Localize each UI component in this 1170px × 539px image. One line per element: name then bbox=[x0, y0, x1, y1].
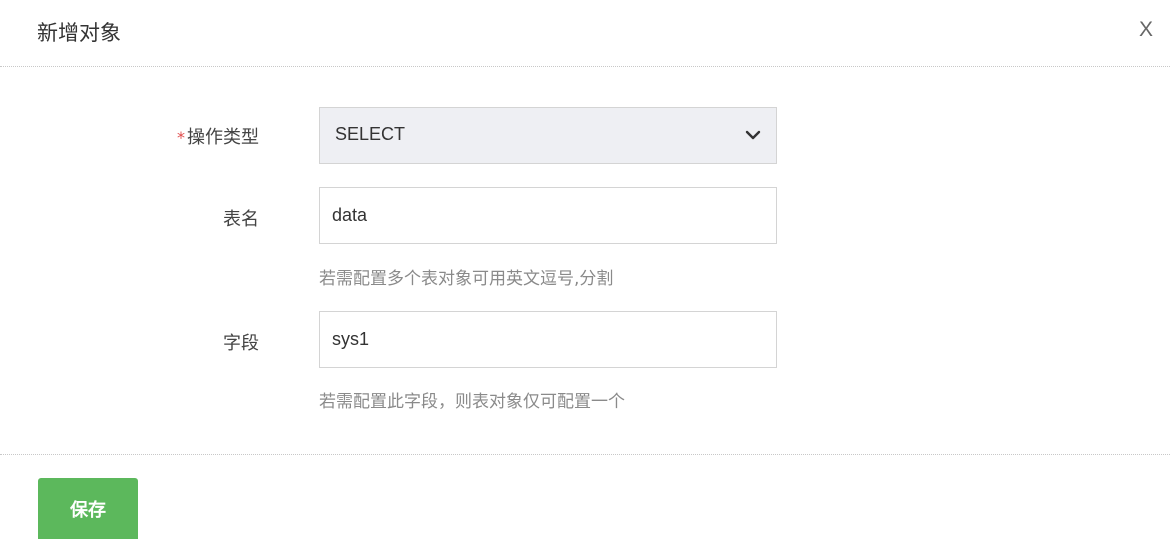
form-row-field: 字段 若需配置此字段，则表对象仅可配置一个 bbox=[0, 311, 1170, 421]
form-row-table-name: 表名 若需配置多个表对象可用英文逗号,分割 bbox=[0, 187, 1170, 297]
dialog-title: 新增对象 bbox=[37, 21, 121, 45]
operation-type-select[interactable]: SELECT bbox=[319, 107, 777, 164]
chevron-down-icon bbox=[745, 130, 761, 140]
table-name-input[interactable] bbox=[319, 187, 777, 244]
close-button[interactable]: X bbox=[1139, 18, 1153, 42]
table-name-hint: 若需配置多个表对象可用英文逗号,分割 bbox=[319, 269, 614, 289]
table-name-label: 表名 bbox=[223, 209, 259, 230]
form-row-operation-type: * 操作类型 SELECT bbox=[0, 107, 1170, 164]
add-object-dialog: 新增对象 X *操作类型 SELECT 表名 若需配置多个表对象可用英文逗号,分… bbox=[0, 0, 1170, 539]
required-mark: * bbox=[177, 128, 185, 147]
operation-type-label: 操作类型 bbox=[187, 127, 259, 148]
save-button[interactable]: 保存 bbox=[38, 478, 138, 539]
dialog-header: 新增对象 X bbox=[0, 0, 1170, 67]
operation-type-label-wrap: * 操作类型 bbox=[177, 123, 259, 149]
operation-type-selected-value: SELECT bbox=[335, 124, 406, 144]
field-hint: 若需配置此字段，则表对象仅可配置一个 bbox=[319, 392, 625, 412]
field-label: 字段 bbox=[223, 333, 259, 354]
field-input[interactable] bbox=[319, 311, 777, 368]
footer-divider bbox=[0, 454, 1170, 455]
